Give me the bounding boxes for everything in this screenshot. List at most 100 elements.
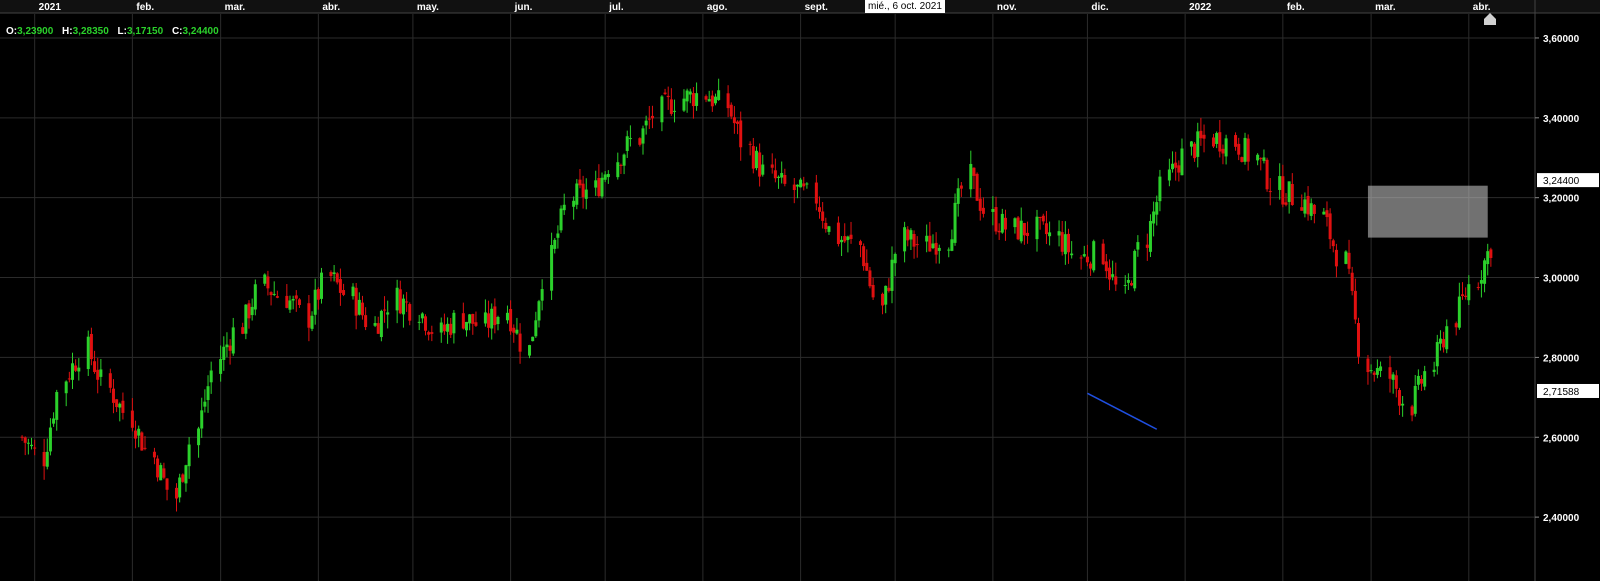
- candle-body: [461, 313, 465, 329]
- candle-body: [1111, 274, 1115, 277]
- candle-body: [329, 272, 333, 276]
- trendline-segment: [1087, 392, 1158, 430]
- candle-body: [562, 204, 566, 211]
- candle-body: [625, 136, 629, 151]
- candle-body: [1026, 232, 1030, 236]
- candle-body: [528, 345, 532, 356]
- candle-body: [89, 333, 93, 360]
- zone-rect: [1367, 185, 1488, 238]
- candle-body: [332, 272, 336, 275]
- candle-body: [1060, 232, 1064, 252]
- candle-body: [335, 273, 339, 283]
- candle-body: [1212, 137, 1216, 147]
- candle-body: [1464, 295, 1468, 297]
- candle-body: [379, 310, 383, 338]
- candle-body: [606, 173, 610, 178]
- x-tick-label: abr.: [322, 2, 340, 13]
- candle-body: [408, 304, 412, 321]
- candle-body: [108, 373, 112, 388]
- candlestick-series: [20, 78, 1493, 512]
- candle-body: [1347, 252, 1351, 269]
- candle-body: [1155, 202, 1159, 215]
- candle-body: [231, 327, 235, 354]
- candle-body: [74, 365, 78, 371]
- candle-body: [669, 99, 673, 114]
- candle-body: [1067, 233, 1071, 253]
- candle-body: [294, 295, 298, 299]
- candle-body: [858, 241, 862, 245]
- candle-body: [134, 430, 138, 439]
- candle-body: [266, 276, 270, 289]
- price-chart[interactable]: 2021feb.mar.abr.may.jun.jul.ago.sept.oct…: [0, 0, 1600, 581]
- candle-body: [518, 333, 522, 352]
- candle-body: [515, 329, 519, 334]
- y-tick-label: 2,80000: [1543, 353, 1580, 364]
- candle-body: [1243, 137, 1247, 162]
- candle-body: [1268, 191, 1272, 193]
- candle-body: [398, 289, 402, 314]
- candle-body: [206, 386, 210, 401]
- x-tick-label: 2021: [39, 2, 62, 13]
- candle-body: [342, 290, 346, 295]
- candle-body: [1432, 369, 1436, 372]
- candle-body: [559, 208, 563, 231]
- candle-body: [20, 436, 24, 438]
- candle-body: [338, 279, 342, 293]
- candle-body: [228, 345, 232, 351]
- candle-body: [729, 104, 733, 117]
- candle-body: [225, 344, 229, 348]
- candle-body: [1309, 203, 1313, 216]
- candle-body: [357, 299, 361, 315]
- candle-body: [373, 323, 377, 326]
- candle-body: [843, 236, 847, 242]
- candle-body: [991, 209, 995, 212]
- y-axis: 3,60000 3,40000 3,20000 3,00000 2,80000 2,600…: [1534, 0, 1580, 581]
- candle-body: [622, 154, 626, 166]
- candle-body: [175, 487, 179, 499]
- candle-body: [115, 399, 119, 408]
- candle-body: [550, 245, 554, 291]
- candle-body: [1375, 368, 1379, 375]
- candle-body: [464, 321, 468, 331]
- candle-body: [55, 392, 59, 420]
- candle-body: [802, 183, 806, 187]
- candle-body: [647, 118, 651, 120]
- home-icon[interactable]: [1483, 12, 1497, 26]
- y-tick-label: 2,60000: [1543, 433, 1580, 444]
- candle-body: [1158, 176, 1162, 202]
- candle-body: [1022, 223, 1026, 236]
- candle-body: [704, 96, 708, 100]
- candle-body: [685, 90, 689, 102]
- candle-body: [821, 211, 825, 221]
- candle-body: [1152, 211, 1156, 224]
- x-tick-label: jun.: [514, 2, 533, 13]
- candle-body: [836, 222, 840, 244]
- candle-body: [710, 95, 714, 107]
- candle-body: [1256, 154, 1260, 161]
- candle-body: [1401, 403, 1405, 406]
- candle-body: [99, 369, 103, 377]
- candle-body: [773, 170, 777, 179]
- candle-body: [93, 361, 97, 372]
- candle-body: [1423, 371, 1427, 387]
- candle-body: [64, 381, 68, 394]
- candle-body: [849, 234, 853, 239]
- candle-body: [1218, 132, 1222, 152]
- close-label: C:: [171, 26, 183, 37]
- candle-body: [1331, 240, 1335, 247]
- candle-body: [707, 99, 711, 102]
- candle-body: [783, 174, 787, 184]
- candle-body: [1101, 243, 1105, 265]
- candle-body: [1133, 250, 1137, 289]
- candle-body: [285, 295, 289, 308]
- candle-body: [118, 403, 122, 408]
- candle-body: [1467, 284, 1471, 301]
- candle-body: [1356, 323, 1360, 357]
- resistance-zone: [1367, 185, 1488, 238]
- candle-body: [1420, 378, 1424, 384]
- candle-body: [556, 233, 560, 238]
- candle-body: [660, 96, 664, 123]
- candle-body: [364, 315, 368, 328]
- candle-body: [159, 465, 163, 481]
- candle-body: [1136, 242, 1140, 250]
